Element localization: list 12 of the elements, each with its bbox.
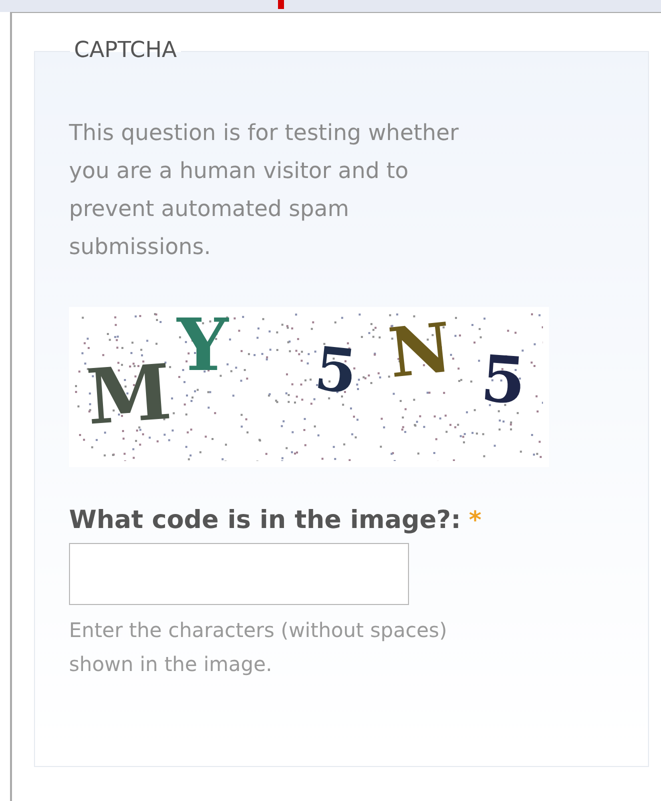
captcha-character: N xyxy=(386,314,455,388)
captcha-character: 5 xyxy=(312,338,360,404)
captcha-character: M xyxy=(84,354,174,436)
captcha-description: This question is for testing whether you are a human visitor and to prevent automated spam submissions. xyxy=(69,120,460,262)
page-marker xyxy=(278,0,284,9)
captcha-input-field[interactable] xyxy=(69,542,409,604)
required-mark: * xyxy=(468,505,482,536)
field-help-text: Enter the characters (without spaces) shown in the image. xyxy=(69,616,448,678)
captcha-character: Y xyxy=(177,309,228,381)
field-label: What code is in the image?: xyxy=(69,504,461,536)
fieldset-legend: CAPTCHA xyxy=(70,37,181,65)
captcha-character: 5 xyxy=(478,348,528,414)
